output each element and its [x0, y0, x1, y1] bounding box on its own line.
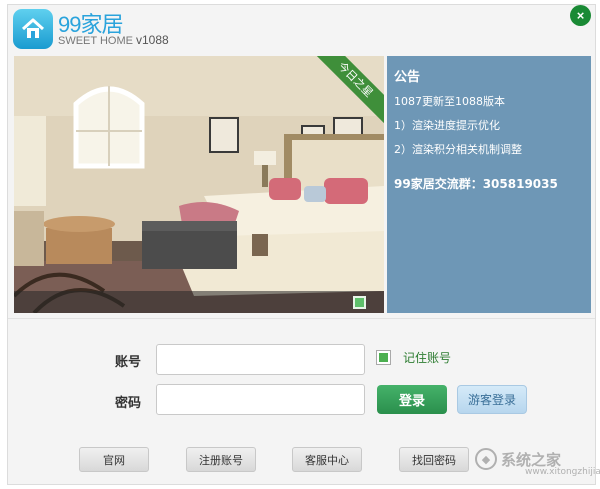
account-input[interactable]	[156, 344, 365, 375]
password-label: 密码	[115, 396, 142, 411]
remember-account-label[interactable]: 记住账号	[403, 349, 451, 366]
community-group-info: 99家居交流群：305819035	[394, 177, 558, 191]
register-account-button[interactable]: 注册账号	[186, 447, 256, 472]
image-caption-bar	[14, 291, 384, 313]
password-input[interactable]	[156, 384, 365, 415]
header: 99家居 SWEET HOME v1088 ×	[8, 5, 595, 55]
section-divider	[8, 318, 595, 319]
announcement-title: 公告	[394, 70, 421, 85]
checkbox-check-icon	[379, 353, 388, 362]
bedroom-illustration	[14, 56, 384, 313]
announcement-line: 1087更新至1088版本	[394, 95, 505, 108]
account-label: 账号	[115, 355, 142, 370]
remember-account-checkbox[interactable]	[376, 350, 391, 365]
customer-service-button[interactable]: 客服中心	[292, 447, 362, 472]
site-watermark: ◆ 系统之家 www.xitongzhijia.net	[475, 443, 600, 477]
watermark-url: www.xitongzhijia.net	[525, 467, 600, 477]
logo-subtitle: SWEET HOME	[58, 35, 133, 47]
official-site-button[interactable]: 官网	[79, 447, 149, 472]
app-logo-icon	[13, 9, 53, 49]
login-window: 99家居 SWEET HOME v1088 × 今日之星 公告 1087更新至1…	[7, 4, 600, 485]
featured-room-image: 今日之星	[14, 56, 384, 313]
announcement-panel: 公告 1087更新至1088版本 1）渲染进度提示优化 2）渲染积分相关机制调整…	[387, 56, 591, 313]
close-button[interactable]: ×	[570, 5, 591, 26]
slide-indicator[interactable]	[353, 296, 366, 309]
announcement-line: 2）渲染积分相关机制调整	[394, 143, 522, 156]
login-button[interactable]: 登录	[377, 385, 447, 414]
guest-login-button[interactable]: 游客登录	[457, 385, 527, 414]
recover-password-button[interactable]: 找回密码	[399, 447, 469, 472]
version-label: v1088	[136, 33, 169, 47]
watermark-logo-icon: ◆	[475, 448, 497, 470]
announcement-line: 1）渲染进度提示优化	[394, 119, 500, 132]
